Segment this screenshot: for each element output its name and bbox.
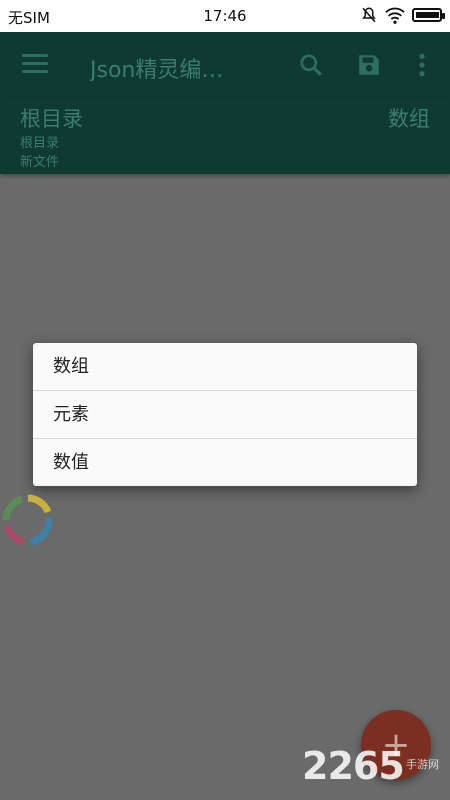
battery-icon bbox=[412, 8, 445, 22]
menu-item-element[interactable]: 元素 bbox=[33, 391, 417, 439]
breadcrumb-file: 新文件 bbox=[20, 155, 60, 170]
more-vert-icon[interactable] bbox=[416, 52, 428, 78]
app-title: Json精灵编… bbox=[90, 58, 224, 83]
watermark-logo: 2265 bbox=[302, 744, 405, 788]
save-icon[interactable] bbox=[356, 52, 382, 78]
status-bar: 无SIM 17:46 bbox=[0, 0, 450, 32]
breadcrumb: 根目录 根目录 新文件 数组 bbox=[0, 98, 450, 174]
node-type-label: 数组 bbox=[388, 107, 430, 131]
loading-spinner-icon bbox=[2, 494, 53, 546]
type-popup-menu: 数组 元素 数值 bbox=[33, 343, 417, 486]
search-icon[interactable] bbox=[298, 52, 324, 78]
breadcrumb-path: 根目录 bbox=[20, 136, 60, 151]
menu-icon[interactable] bbox=[22, 54, 48, 76]
menu-item-array[interactable]: 数组 bbox=[33, 343, 417, 391]
wifi-icon bbox=[385, 7, 405, 24]
menu-item-value[interactable]: 数值 bbox=[33, 439, 417, 486]
status-icons bbox=[360, 6, 445, 24]
watermark-sub: 手游网 bbox=[406, 758, 439, 771]
mute-bell-icon bbox=[362, 7, 376, 23]
breadcrumb-root[interactable]: 根目录 bbox=[20, 103, 83, 133]
app-bar: Json精灵编… bbox=[0, 32, 450, 98]
